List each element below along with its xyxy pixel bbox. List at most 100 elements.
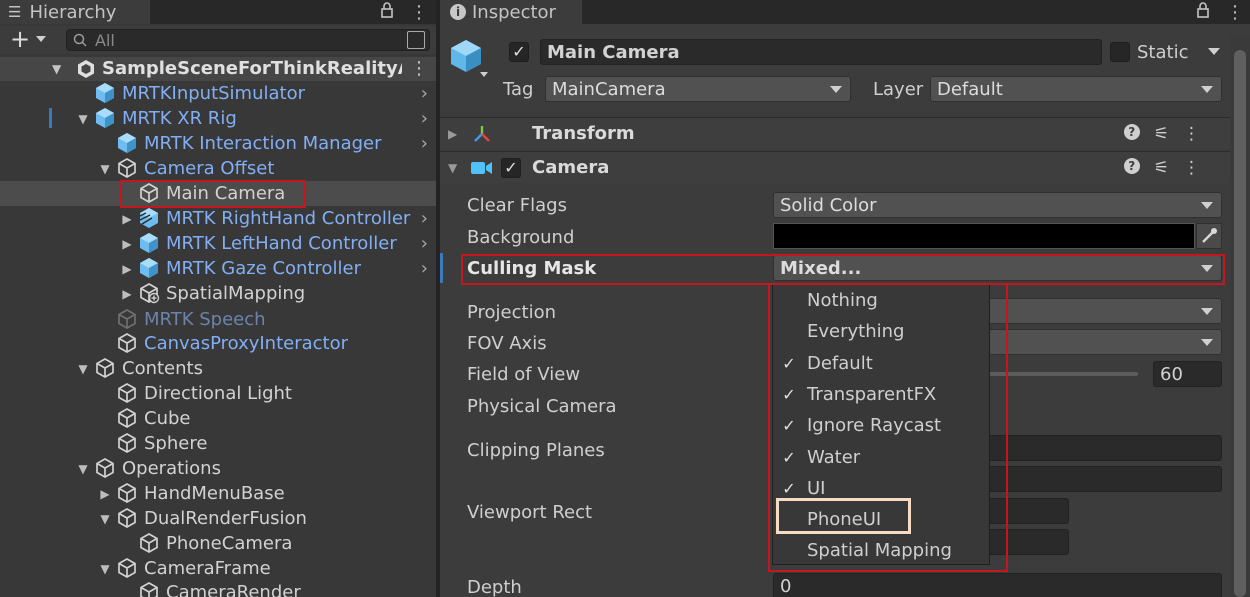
hierarchy-item-mrtk-righthand-controller[interactable]: ▶ MRTK RightHand Controller › <box>0 206 436 231</box>
static-dropdown-arrow[interactable] <box>1208 48 1220 55</box>
expanded-arrow-icon[interactable]: ▼ <box>98 512 112 526</box>
prefab-cube-icon <box>116 132 138 154</box>
collapsed-arrow-icon[interactable]: ▶ <box>120 237 134 251</box>
hierarchy-item-camera-render[interactable]: CameraRender <box>0 580 436 597</box>
clipping-planes-label: Clipping Planes <box>467 440 605 461</box>
hierarchy-item-mrtk-xr-rig[interactable]: ▼ MRTK XR Rig › <box>0 106 436 131</box>
hierarchy-item-sphere[interactable]: Sphere <box>0 431 436 456</box>
hierarchy-item-spatial-mapping[interactable]: ▶ SpatialMapping <box>0 281 436 306</box>
hierarchy-item-directional-light[interactable]: Directional Light <box>0 381 436 406</box>
hierarchy-item-camera-offset[interactable]: ▼ Camera Offset <box>0 156 436 181</box>
chevron-right-icon[interactable]: › <box>421 83 428 104</box>
hierarchy-item-label: MRTK XR Rig <box>122 108 237 129</box>
hierarchy-item-phone-camera[interactable]: PhoneCamera <box>0 531 436 556</box>
transform-component-header[interactable]: ▶ Transform ? ⚟ ⋮ <box>440 117 1230 149</box>
chevron-right-icon[interactable]: › <box>421 133 428 154</box>
lock-icon[interactable] <box>380 1 394 23</box>
hierarchy-item-mrtk-input-simulator[interactable]: MRTKInputSimulator › <box>0 81 436 106</box>
chevron-right-icon[interactable]: › <box>421 258 428 279</box>
prefab-cube-icon <box>94 82 116 104</box>
camera-component-header[interactable]: ▼ ✓ Camera ? ⚟ ⋮ <box>440 151 1230 183</box>
kebab-menu-icon[interactable]: ⋮ <box>1183 124 1200 144</box>
hierarchy-item-operations[interactable]: ▼ Operations <box>0 456 436 481</box>
hierarchy-item-camera-frame[interactable]: ▼ CameraFrame <box>0 556 436 581</box>
chevron-down-icon <box>1201 308 1213 315</box>
preset-sliders-icon[interactable]: ⚟ <box>1154 158 1169 178</box>
transform-header-icons: ? ⚟ ⋮ <box>1123 123 1200 144</box>
clipping-far-field[interactable] <box>980 466 1222 492</box>
gameobject-cube-icon <box>116 482 138 504</box>
tag-dropdown[interactable]: MainCamera <box>545 76 851 102</box>
phoneui-highlight <box>776 498 911 534</box>
inspector-scrollbar-thumb[interactable] <box>1234 50 1246 597</box>
active-checkbox[interactable]: ✓ <box>509 42 529 62</box>
expanded-arrow-icon[interactable]: ▼ <box>98 562 112 576</box>
hierarchy-item-label: PhoneCamera <box>166 533 293 554</box>
chevron-right-icon[interactable]: › <box>421 108 428 129</box>
hierarchy-item-label: DualRenderFusion <box>144 508 307 529</box>
hierarchy-item-label: SpatialMapping <box>166 283 306 304</box>
culling-mask-highlight <box>461 254 1225 285</box>
add-object-button[interactable]: + <box>10 26 30 52</box>
hierarchy-item-hand-menu-base[interactable]: ▶ HandMenuBase <box>0 481 436 506</box>
camera-enabled-checkbox[interactable]: ✓ <box>501 158 521 178</box>
hierarchy-item-contents[interactable]: ▼ Contents <box>0 356 436 381</box>
chevron-right-icon[interactable]: › <box>421 208 428 229</box>
collapsed-arrow-icon[interactable]: ▶ <box>120 212 134 226</box>
prefab-cube-icon <box>138 207 160 229</box>
prefab-cube-icon <box>138 232 160 254</box>
kebab-menu-icon[interactable]: ⋮ <box>1226 2 1244 23</box>
static-checkbox[interactable] <box>1110 42 1130 62</box>
gameobject-cube-icon <box>94 357 116 379</box>
expanded-arrow-icon[interactable]: ▼ <box>76 362 90 376</box>
help-icon[interactable]: ? <box>1123 123 1140 140</box>
collapsed-arrow-icon[interactable]: ▶ <box>448 127 457 141</box>
kebab-menu-icon[interactable]: ⋮ <box>1183 158 1200 178</box>
gameobject-cube-icon <box>116 382 138 404</box>
collapsed-arrow-icon[interactable]: ▶ <box>120 262 134 276</box>
hierarchy-item-canvas-proxy-interactor[interactable]: CanvasProxyInteractor <box>0 331 436 356</box>
transform-title: Transform <box>532 123 635 144</box>
eyedropper-button[interactable] <box>1196 223 1222 249</box>
inspector-tab[interactable]: i Inspector <box>440 0 582 24</box>
clipping-near-field[interactable] <box>980 435 1222 461</box>
collapsed-arrow-icon[interactable]: ▶ <box>98 487 112 501</box>
object-name-field[interactable]: Main Camera <box>540 39 1102 65</box>
depth-field[interactable]: 0 <box>773 573 1222 597</box>
layer-dropdown[interactable]: Default <box>930 76 1222 102</box>
gameobject-cube-icon <box>116 557 138 579</box>
scene-picker-icon[interactable] <box>407 31 425 49</box>
hierarchy-item-cube[interactable]: Cube <box>0 406 436 431</box>
hierarchy-item-mrtk-speech[interactable]: MRTK Speech <box>0 307 436 332</box>
scene-row[interactable]: ▼ SampleSceneForThinkRealityA3* ⋮ <box>0 57 436 81</box>
scene-kebab-icon[interactable]: ⋮ <box>410 57 428 81</box>
chevron-down-icon[interactable] <box>36 36 46 42</box>
hierarchy-item-mrtk-gaze-controller[interactable]: ▶ MRTK Gaze Controller › <box>0 256 436 281</box>
preset-sliders-icon[interactable]: ⚟ <box>1154 124 1169 144</box>
clear-flags-dropdown[interactable]: Solid Color <box>773 192 1222 218</box>
search-icon <box>73 33 87 47</box>
help-icon[interactable]: ? <box>1123 157 1140 174</box>
hierarchy-tab[interactable]: ☰ Hierarchy <box>0 0 150 24</box>
lock-icon[interactable] <box>1196 1 1210 23</box>
hierarchy-item-label: CameraFrame <box>144 558 271 579</box>
fov-value-field[interactable]: 60 <box>1153 361 1222 387</box>
static-label: Static <box>1137 42 1189 63</box>
chevron-right-icon[interactable]: › <box>421 233 428 254</box>
chevron-down-icon[interactable] <box>480 72 488 77</box>
collapsed-arrow-icon[interactable]: ▶ <box>120 287 134 301</box>
kebab-menu-icon[interactable]: ⋮ <box>410 2 428 23</box>
hierarchy-search-input[interactable]: All <box>66 29 430 51</box>
expanded-arrow-icon[interactable]: ▼ <box>448 161 457 175</box>
expanded-arrow-icon[interactable]: ▼ <box>98 162 112 176</box>
camera-icon <box>471 162 492 174</box>
background-color-field[interactable] <box>773 223 1195 249</box>
hierarchy-item-label: Contents <box>122 358 203 379</box>
expanded-arrow-icon[interactable]: ▼ <box>76 462 90 476</box>
hierarchy-item-mrtk-interaction-manager[interactable]: MRTK Interaction Manager › <box>0 131 436 156</box>
hierarchy-tab-label: Hierarchy <box>29 1 117 23</box>
hierarchy-item-dual-render-fusion[interactable]: ▼ DualRenderFusion <box>0 506 436 531</box>
expand-arrow-icon[interactable]: ▼ <box>52 62 61 76</box>
expanded-arrow-icon[interactable]: ▼ <box>76 112 90 126</box>
hierarchy-item-mrtk-lefthand-controller[interactable]: ▶ MRTK LeftHand Controller › <box>0 231 436 256</box>
